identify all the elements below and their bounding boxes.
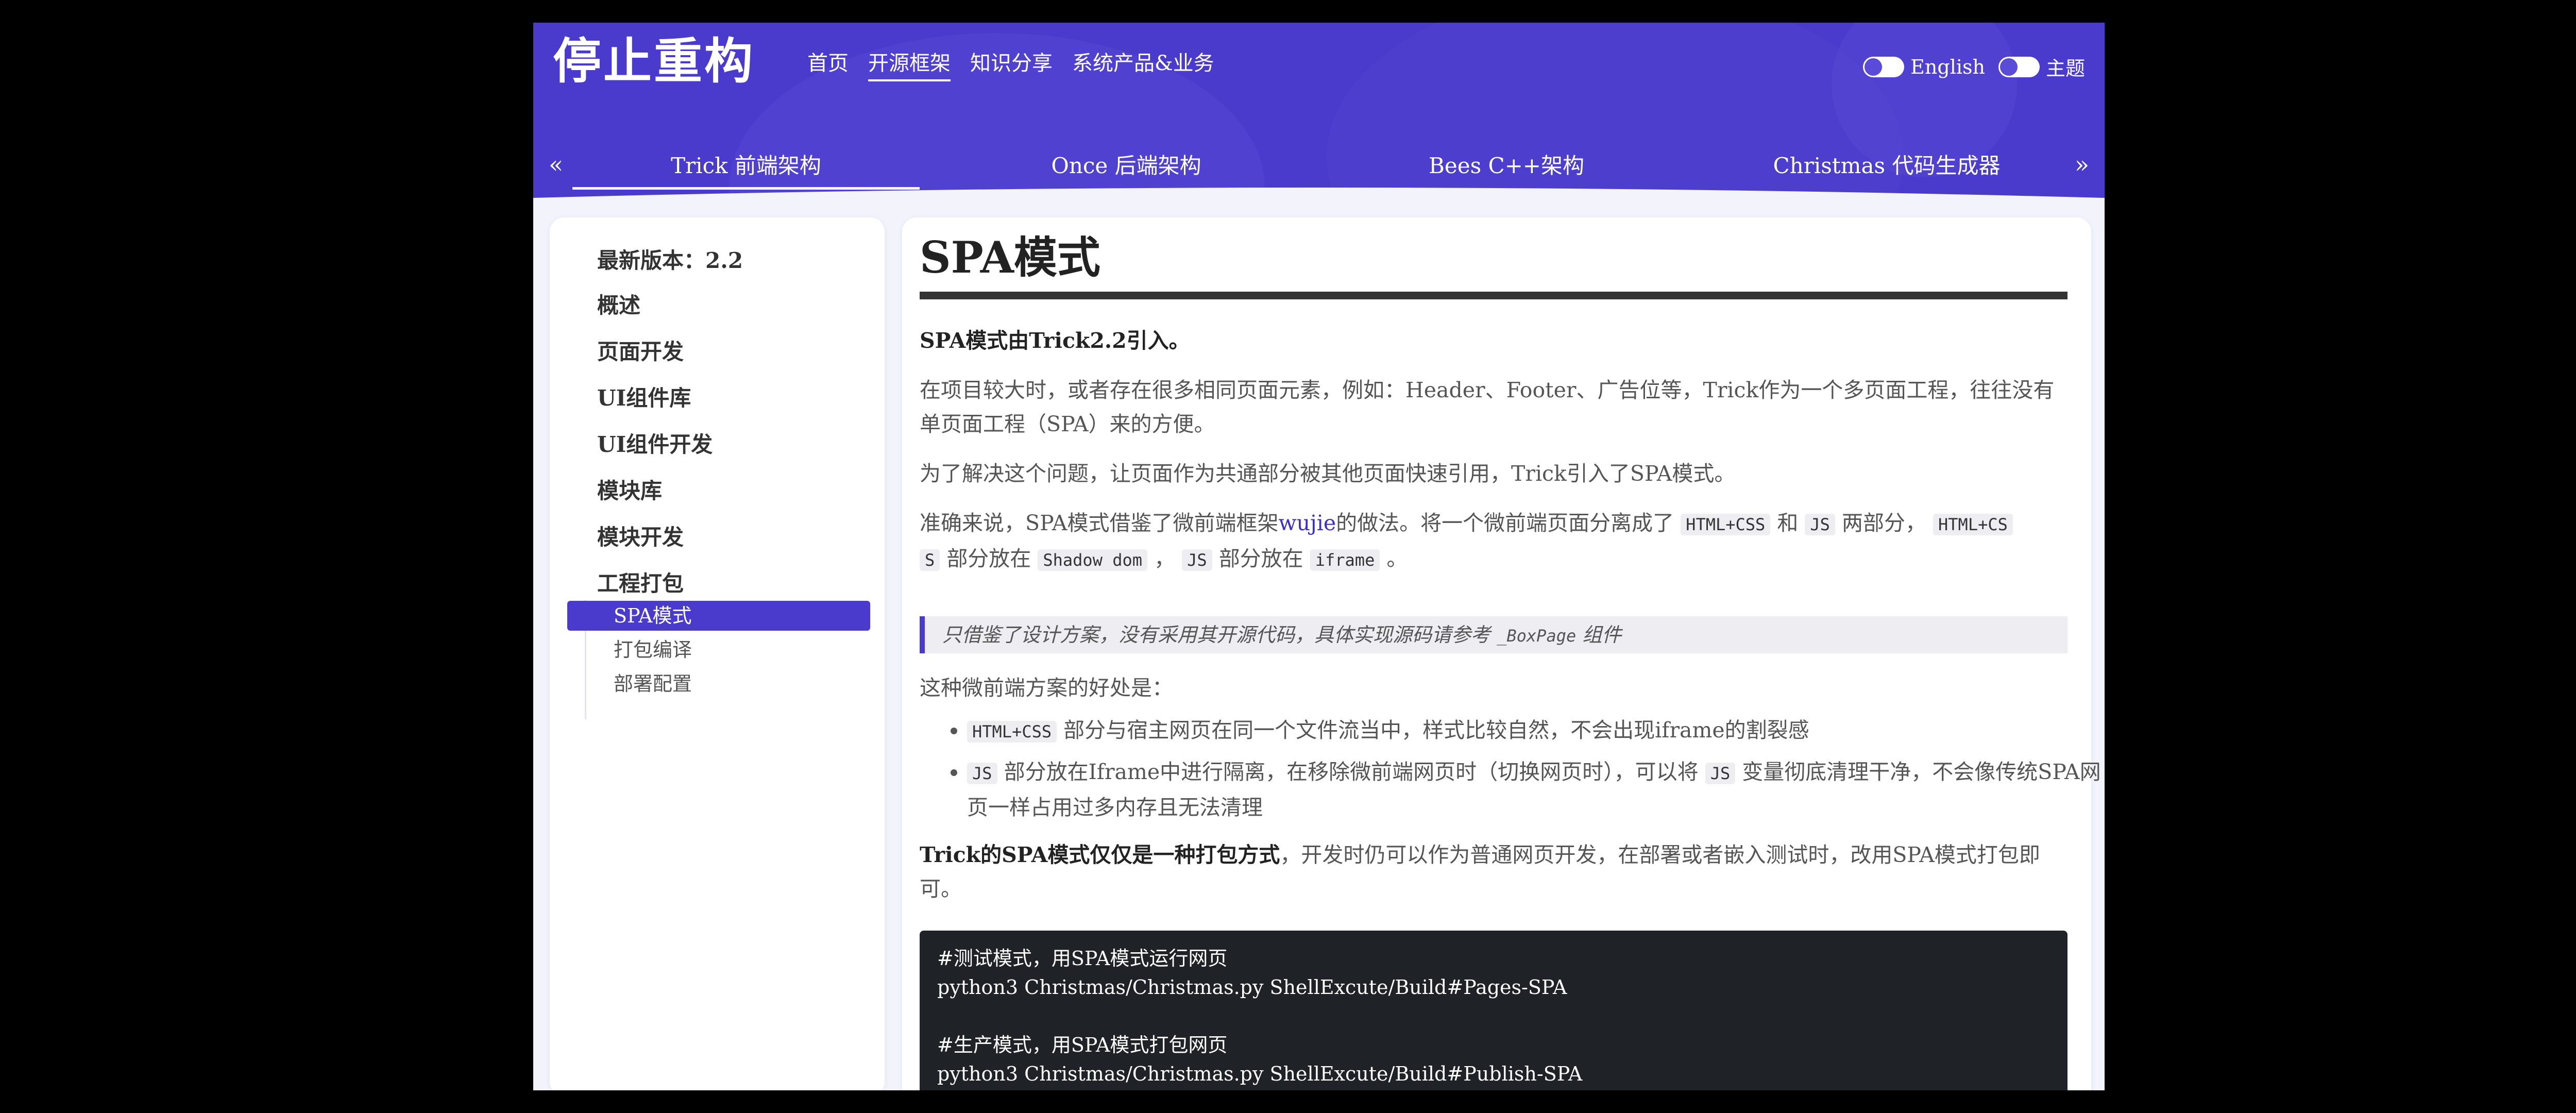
tab-bees[interactable]: Bees C++架构: [1333, 148, 1680, 190]
inline-code: Shadow dom: [1038, 549, 1148, 571]
p3-text: 和: [1777, 511, 1799, 535]
quote-suffix: 组件: [1582, 623, 1622, 646]
code-line: python3 Christmas/Christmas.py ShellExcu…: [937, 976, 1567, 999]
version-label: 最新版本：: [597, 248, 706, 273]
quote-text: 只借鉴了设计方案，没有采用其开源代码，具体实现源码请参考: [942, 623, 1491, 646]
inline-code: S: [920, 549, 940, 571]
theme-toggle[interactable]: 主题: [1998, 53, 2085, 81]
sidebar-item-module-dev[interactable]: 模块开发: [597, 520, 684, 551]
p3-text: 两部分，: [1841, 511, 1926, 535]
code-line: #测试模式，用SPA模式运行网页: [937, 947, 1228, 970]
p3-text: ，: [1154, 546, 1176, 571]
paragraph-3: 准确来说，SPA模式借鉴了微前端框架wujie的做法。将一个微前端页面分离成了 …: [920, 506, 2067, 577]
paragraph-1: 在项目较大时，或者存在很多相同页面元素，例如：Header、Footer、广告位…: [920, 378, 2055, 436]
intro-text: SPA模式由Trick2.2引入。: [920, 328, 1190, 353]
quote-code: _BoxPage: [1497, 626, 1577, 646]
title-divider: [920, 292, 2067, 299]
header-toggles: English 主题: [1863, 53, 2085, 81]
site-logo[interactable]: 停止重构: [553, 33, 755, 91]
inline-code: HTML+CSS: [967, 721, 1057, 743]
version-info: 最新版本：2.2: [597, 243, 743, 275]
benefit-text: 部分放在Iframe中进行隔离，在移除微前端网页时（切换网页时），可以将: [1004, 760, 1699, 784]
language-label: English: [1910, 55, 1985, 78]
p3-text: 。: [1386, 546, 1408, 571]
paragraph-2: 为了解决这个问题，让页面作为共通部分被其他页面快速引用，Trick引入了SPA模…: [920, 461, 1736, 486]
top-nav: 首页 开源框架 知识分享 系统产品&业务: [807, 46, 1214, 81]
next-arrow-icon[interactable]: »: [2075, 150, 2089, 178]
sidebar: 最新版本：2.2 概述 页面开发 UI组件库 UI组件开发 模块库 模块开发 工…: [550, 217, 885, 1090]
p3-text: 部分放在: [1218, 546, 1303, 571]
conclusion-bold: Trick的SPA模式仅仅是一种打包方式: [920, 842, 1280, 867]
theme-label: 主题: [2045, 57, 2085, 80]
sidebar-item-overview[interactable]: 概述: [597, 288, 640, 319]
inline-code: HTML+CS: [1933, 514, 2013, 535]
tab-trick[interactable]: Trick 前端架构: [572, 148, 920, 190]
tab-once[interactable]: Once 后端架构: [953, 148, 1300, 190]
toggle-knob: [1865, 58, 1883, 76]
list-item: JS 部分放在Iframe中进行隔离，在移除微前端网页时（切换网页时），可以将 …: [967, 755, 2105, 824]
page-title: SPA模式: [920, 232, 1100, 283]
sidebar-item-module-library[interactable]: 模块库: [597, 474, 662, 505]
benefits-list: HTML+CSS 部分与宿主网页在同一个文件流当中，样式比较自然，不会出现ifr…: [920, 713, 2105, 831]
p3-text: 部分放在: [946, 546, 1031, 571]
code-block[interactable]: #测试模式，用SPA模式运行网页 python3 Christmas/Chris…: [920, 931, 2067, 1090]
blockquote: 只借鉴了设计方案，没有采用其开源代码，具体实现源码请参考 _BoxPage 组件: [920, 616, 2067, 653]
article-content: SPA模式 SPA模式由Trick2.2引入。 在项目较大时，或者存在很多相同页…: [920, 217, 2101, 1090]
inline-code: JS: [1705, 763, 1736, 784]
theme-switch[interactable]: [1998, 56, 2040, 77]
intro-paragraph: SPA模式由Trick2.2引入。: [920, 324, 2067, 358]
inline-code: JS: [967, 763, 997, 784]
nav-knowledge[interactable]: 知识分享: [970, 46, 1053, 81]
nav-home[interactable]: 首页: [807, 46, 849, 81]
tab-christmas[interactable]: Christmas 代码生成器: [1713, 148, 2060, 190]
sidebar-item-ui-dev[interactable]: UI组件开发: [597, 427, 713, 459]
version-number: 2.2: [705, 248, 743, 273]
inline-code: JS: [1182, 549, 1212, 571]
prev-arrow-icon[interactable]: «: [549, 150, 563, 178]
sidebar-item-packaging[interactable]: 工程打包: [597, 566, 684, 598]
language-switch[interactable]: [1863, 56, 1905, 77]
code-line: #生产模式，用SPA模式打包网页: [937, 1034, 1228, 1056]
toggle-knob: [1999, 58, 2018, 76]
header: 停止重构 首页 开源框架 知识分享 系统产品&业务 English 主题 « T…: [533, 23, 2105, 203]
nav-products[interactable]: 系统产品&业务: [1072, 46, 1214, 81]
sidebar-subitem-spa[interactable]: SPA模式: [567, 601, 870, 631]
wujie-link[interactable]: wujie: [1279, 511, 1336, 535]
framework-tabs: « Trick 前端架构 Once 后端架构 Bees C++架构 Christ…: [533, 141, 2105, 198]
list-item: HTML+CSS 部分与宿主网页在同一个文件流当中，样式比较自然，不会出现ifr…: [967, 713, 2105, 749]
inline-code: iframe: [1310, 549, 1380, 571]
code-line: python3 Christmas/Christmas.py ShellExcu…: [937, 1063, 1583, 1085]
article: SPA模式 SPA模式由Trick2.2引入。 在项目较大时，或者存在很多相同页…: [902, 217, 2101, 1090]
conclusion-paragraph: Trick的SPA模式仅仅是一种打包方式，开发时仍可以作为普通网页开发，在部署或…: [920, 838, 2067, 906]
sidebar-item-page-dev[interactable]: 页面开发: [597, 334, 684, 366]
page: 停止重构 首页 开源框架 知识分享 系统产品&业务 English 主题 « T…: [533, 23, 2105, 1090]
p3-text: 准确来说，SPA模式借鉴了微前端框架: [920, 511, 1279, 535]
nav-open-source[interactable]: 开源框架: [868, 46, 951, 81]
language-toggle[interactable]: English: [1863, 56, 1985, 78]
sidebar-item-ui-library[interactable]: UI组件库: [597, 381, 691, 412]
inline-code: JS: [1805, 514, 1835, 535]
sidebar-subitem-deploy[interactable]: 部署配置: [567, 669, 870, 699]
inline-code: HTML+CSS: [1681, 514, 1771, 535]
benefit-text: 部分与宿主网页在同一个文件流当中，样式比较自然，不会出现iframe的割裂感: [1063, 718, 1809, 743]
sidebar-subitem-build[interactable]: 打包编译: [567, 635, 870, 665]
p3-text: 的做法。将一个微前端页面分离成了: [1336, 511, 1674, 535]
benefits-intro: 这种微前端方案的好处是：: [920, 676, 1173, 700]
